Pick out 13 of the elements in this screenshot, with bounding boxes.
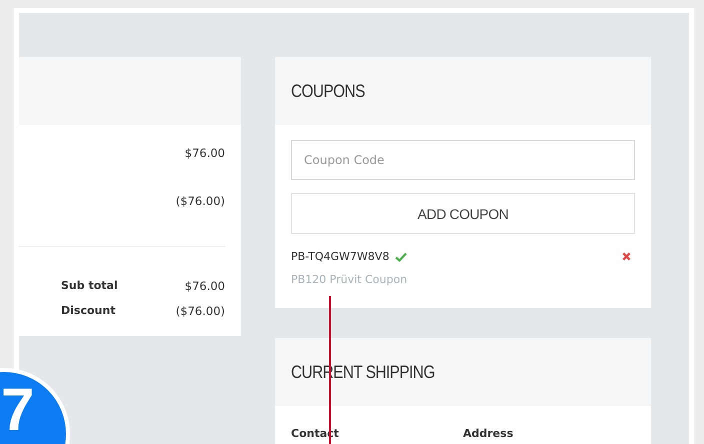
total-amount: $76.00 (184, 278, 225, 292)
total-label: Discount (61, 304, 116, 317)
total-label: Sub total (61, 279, 118, 292)
remove-icon[interactable] (622, 252, 631, 261)
coupon-code: PB-TQ4GW7W8V8 (291, 250, 390, 263)
column-label: Address (463, 427, 514, 440)
total-amount: ($76.00) (176, 304, 225, 318)
add-coupon-button[interactable]: ADD COUPON (291, 193, 635, 234)
coupon-description: PB120 Prüvit Coupon (291, 273, 408, 286)
line-amount: ($76.00) (176, 194, 225, 208)
coupon-code-field[interactable]: Coupon Code (291, 140, 635, 180)
card-title: COUPONS (291, 80, 365, 102)
line-amount: $76.00 (184, 146, 225, 160)
